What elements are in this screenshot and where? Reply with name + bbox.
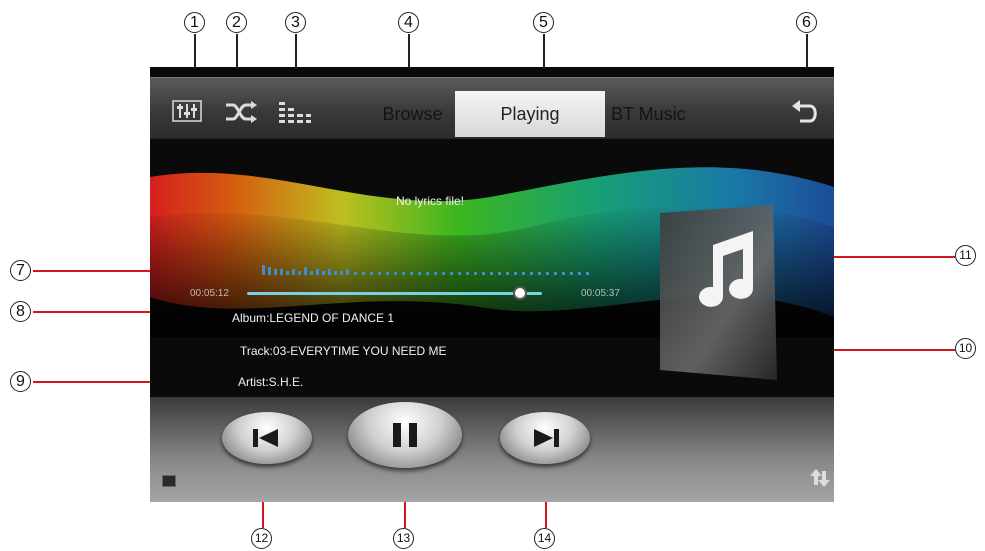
tab-browse[interactable]: Browse <box>370 93 455 135</box>
next-track-button[interactable] <box>500 412 590 464</box>
back-button[interactable] <box>790 97 820 132</box>
swap-icon[interactable] <box>810 467 830 489</box>
callout-10: 10 <box>955 338 976 359</box>
callout-1: 1 <box>184 12 205 33</box>
callout-13: 13 <box>393 528 414 549</box>
track-info: Track:03-EVERYTIME YOU NEED ME <box>240 344 447 358</box>
callout-5: 5 <box>533 12 554 33</box>
pause-icon <box>393 423 417 447</box>
tab-bt-music[interactable]: BT Music <box>605 93 751 135</box>
spectrum-icon <box>279 102 311 123</box>
tab-playing[interactable]: Playing <box>455 91 605 137</box>
callout-7: 7 <box>10 260 31 281</box>
callout-11: 11 <box>955 245 976 266</box>
artist-info: Artist:S.H.E. <box>238 375 304 389</box>
shuffle-icon <box>226 101 257 123</box>
lyrics-status: No lyrics file! <box>395 194 464 208</box>
callout-3: 3 <box>285 12 306 33</box>
shuffle-button[interactable] <box>224 100 258 129</box>
equalizer-button[interactable] <box>172 100 202 127</box>
equalizer-icon <box>172 100 202 122</box>
corner-indicator <box>162 475 176 487</box>
callout-12: 12 <box>251 528 272 549</box>
next-track-icon <box>534 429 559 447</box>
callout-2: 2 <box>226 12 247 33</box>
back-icon <box>792 100 817 123</box>
callout-9: 9 <box>10 371 31 392</box>
previous-track-button[interactable] <box>222 412 312 464</box>
total-time: 00:05:37 <box>581 288 620 299</box>
music-note-icon <box>660 205 777 380</box>
previous-track-icon <box>253 429 278 447</box>
progress-bar[interactable] <box>247 292 542 295</box>
callout-6: 6 <box>796 12 817 33</box>
callout-8: 8 <box>10 301 31 322</box>
album-info: Album:LEGEND OF DANCE 1 <box>232 311 395 325</box>
pause-button[interactable] <box>348 402 462 468</box>
elapsed-time: 00:05:12 <box>190 288 229 299</box>
callout-4: 4 <box>398 12 419 33</box>
player-screen: Browse Playing BT Music No lyrics file! … <box>150 67 834 502</box>
album-art <box>655 205 780 395</box>
callout-14: 14 <box>534 528 555 549</box>
spectrum-visualizer <box>262 265 589 275</box>
spectrum-button[interactable] <box>278 100 312 129</box>
